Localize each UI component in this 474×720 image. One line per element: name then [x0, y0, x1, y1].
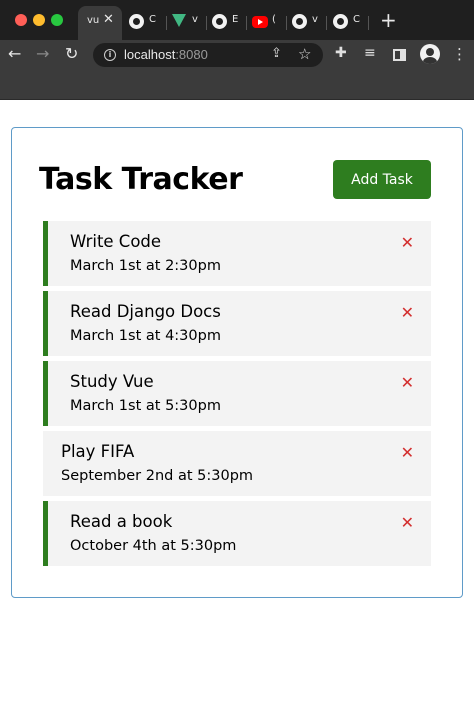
tab-close-icon[interactable]: ✕	[103, 12, 114, 27]
url-port: :8080	[175, 47, 208, 62]
tab-vue[interactable]: v	[172, 12, 206, 32]
maximize-window-button[interactable]	[51, 14, 63, 26]
forward-icon[interactable]: →	[36, 44, 49, 63]
tab-divider	[246, 16, 247, 30]
tab-title: C	[149, 14, 156, 25]
tab-divider	[326, 16, 327, 30]
tab-github-2[interactable]: E	[212, 12, 246, 32]
delete-icon[interactable]: ✕	[401, 303, 414, 322]
task-title: Study Vue	[70, 372, 154, 391]
task-title: Read a book	[70, 512, 173, 531]
browser-toolbar: ← → ↻ i localhost:8080 ⇪ ☆ ✚ ≡ ⋮	[0, 40, 474, 70]
tab-divider	[206, 16, 207, 30]
delete-icon[interactable]: ✕	[401, 513, 414, 532]
github-icon	[212, 14, 227, 29]
task-date: October 4th at 5:30pm	[70, 538, 237, 554]
page-title: Task Tracker	[39, 162, 243, 197]
url-host: localhost	[124, 47, 176, 62]
task-item[interactable]: Write Code March 1st at 2:30pm ✕	[43, 221, 431, 286]
close-window-button[interactable]	[15, 14, 27, 26]
vue-icon	[172, 14, 186, 27]
delete-icon[interactable]: ✕	[401, 233, 414, 252]
bookmark-star-icon[interactable]: ☆	[298, 45, 311, 63]
share-icon[interactable]: ⇪	[271, 46, 282, 61]
reload-icon[interactable]: ↻	[65, 44, 78, 63]
task-item[interactable]: Play FIFA September 2nd at 5:30pm ✕	[43, 431, 431, 496]
task-item[interactable]: Study Vue March 1st at 5:30pm ✕	[43, 361, 431, 426]
task-item[interactable]: Read a book October 4th at 5:30pm ✕	[43, 501, 431, 566]
more-menu-icon[interactable]: ⋮	[452, 45, 467, 63]
profile-avatar[interactable]	[420, 44, 440, 64]
new-tab-button[interactable]: +	[380, 8, 397, 32]
add-task-button[interactable]: Add Task	[333, 160, 431, 199]
tab-divider	[166, 16, 167, 30]
back-icon[interactable]: ←	[8, 44, 21, 63]
task-tracker-container: Task Tracker Add Task Write Code March 1…	[11, 127, 463, 598]
task-list: Write Code March 1st at 2:30pm ✕ Read Dj…	[43, 221, 431, 571]
github-icon	[333, 14, 348, 29]
tab-strip: vu ✕ C v E ( v C +	[0, 0, 474, 40]
info-icon[interactable]: i	[104, 49, 116, 61]
tab-title: vu	[87, 15, 100, 26]
extensions-icon[interactable]: ✚	[335, 45, 347, 61]
tab-title: C	[353, 14, 360, 25]
task-title: Read Django Docs	[70, 302, 221, 321]
tab-github-4[interactable]: C	[333, 12, 367, 32]
side-panel-icon[interactable]	[393, 49, 406, 61]
tab-divider	[286, 16, 287, 30]
task-item[interactable]: Read Django Docs March 1st at 4:30pm ✕	[43, 291, 431, 356]
url-text: localhost:8080	[124, 47, 208, 62]
tab-title: v	[192, 14, 198, 25]
github-icon	[129, 14, 144, 29]
tab-divider	[368, 16, 369, 30]
tab-github-3[interactable]: v	[292, 12, 326, 32]
tab-active[interactable]: vu ✕	[78, 6, 122, 40]
github-icon	[292, 14, 307, 29]
task-date: March 1st at 4:30pm	[70, 328, 221, 344]
task-title: Play FIFA	[61, 442, 135, 461]
task-date: March 1st at 5:30pm	[70, 398, 221, 414]
delete-icon[interactable]: ✕	[401, 373, 414, 392]
media-control-icon[interactable]: ≡	[364, 45, 376, 61]
task-date: March 1st at 2:30pm	[70, 258, 221, 274]
address-bar[interactable]: i localhost:8080 ⇪ ☆	[93, 43, 323, 67]
tab-github-1[interactable]: C	[129, 12, 163, 32]
tab-title: v	[312, 14, 318, 25]
tab-youtube[interactable]: (	[252, 12, 286, 32]
tab-title: E	[232, 14, 239, 25]
youtube-icon	[252, 16, 268, 28]
task-date: September 2nd at 5:30pm	[61, 468, 254, 484]
delete-icon[interactable]: ✕	[401, 443, 414, 462]
minimize-window-button[interactable]	[33, 14, 45, 26]
task-title: Write Code	[70, 232, 162, 251]
bookmarks-bar	[0, 70, 474, 100]
tab-title: (	[272, 14, 276, 25]
